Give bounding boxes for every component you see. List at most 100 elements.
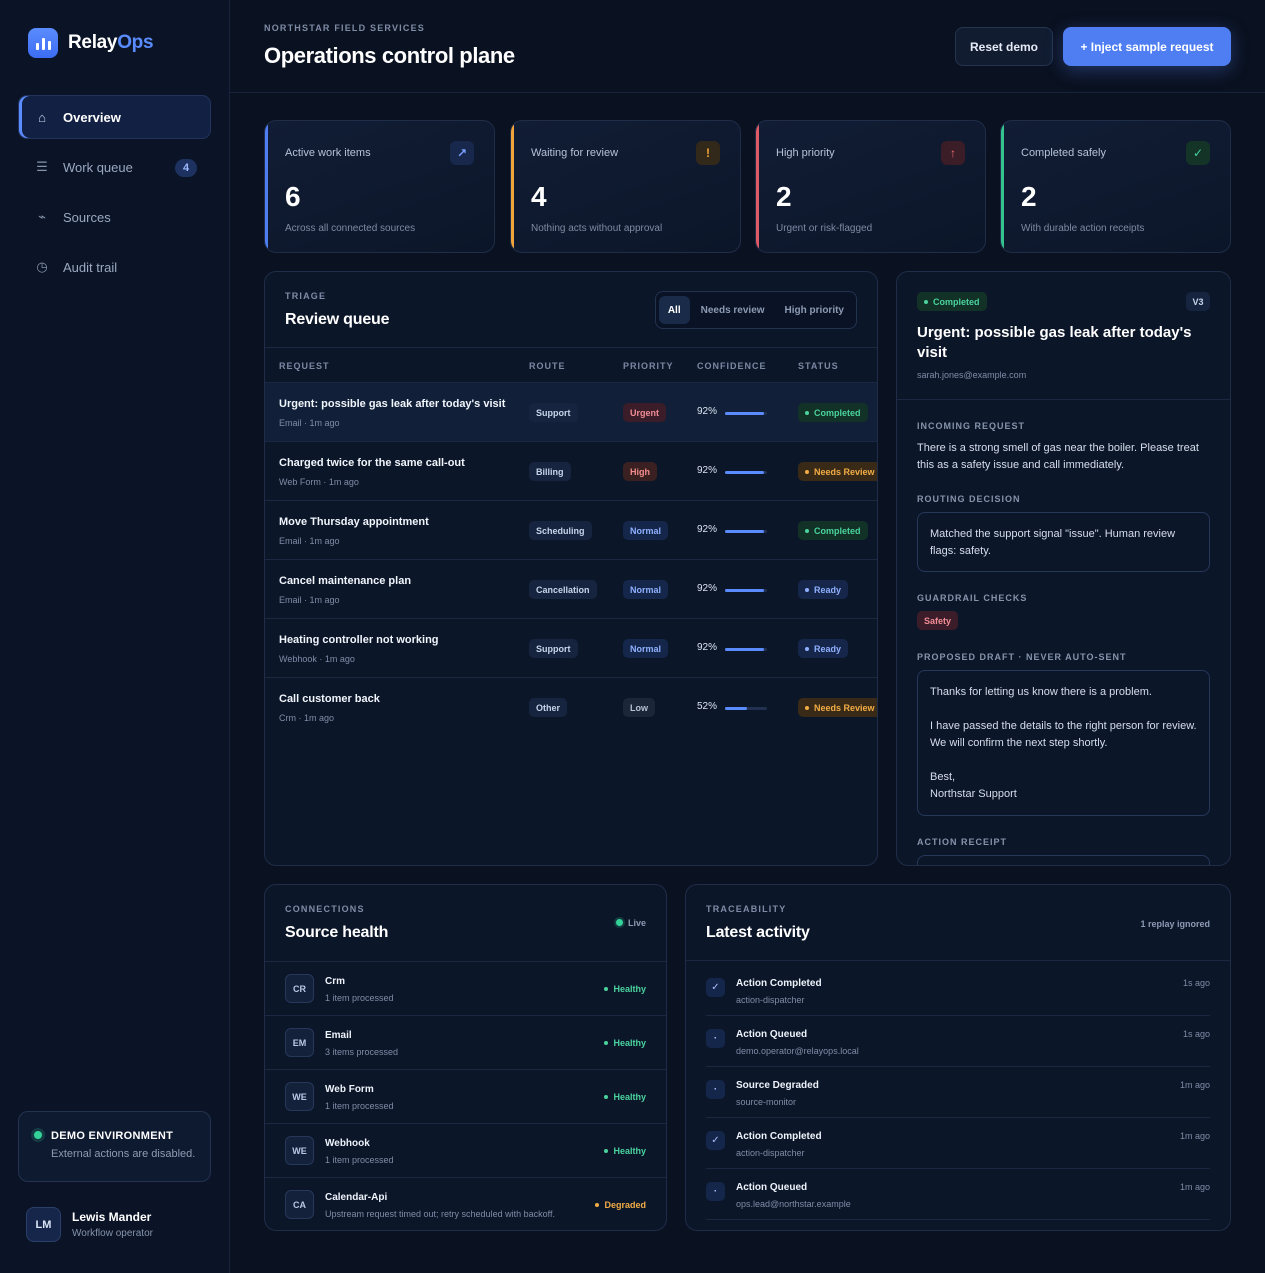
request-title: Move Thursday appointment (279, 516, 429, 528)
stat-subtitle: Urgent or risk-flagged (776, 223, 873, 234)
request-title: Charged twice for the same call-out (279, 457, 465, 469)
column-header[interactable]: REQUEST (279, 361, 330, 371)
source-name: Webhook (325, 1138, 370, 1149)
confidence-bar (725, 412, 764, 415)
source-row[interactable]: WE Web Form 1 item processed Healthy (265, 1069, 666, 1123)
activity-title: Action Queued (736, 1029, 808, 1040)
requester-email[interactable]: sarah.jones@example.com (917, 370, 1026, 380)
table-header: REQUEST ROUTE PRIORITY CONFIDENCE STATUS (265, 348, 877, 382)
confidence-value: 92% (697, 642, 718, 653)
brand-name: RelayOps (68, 32, 154, 53)
proposed-draft-box[interactable]: Thanks for letting us know there is a pr… (917, 670, 1210, 816)
exclamation-icon: ! (696, 141, 720, 165)
stat-subtitle: Nothing acts without approval (531, 223, 663, 234)
status-chip: Ready (798, 580, 849, 599)
request-meta: Webhook · 1m ago (279, 654, 355, 664)
home-icon: ⌂ (38, 109, 46, 125)
table-row[interactable]: Cancel maintenance plan Email · 1m ago Can… (265, 559, 877, 618)
check-icon: ✓ (1186, 141, 1210, 165)
request-detail-panel: Completed V3 Urgent: possible gas leak a… (896, 271, 1231, 866)
table-row[interactable]: Charged twice for the same call-out Web F… (265, 441, 877, 500)
confidence-bar (725, 471, 764, 474)
stat-value: 4 (531, 181, 547, 212)
incoming-request-text: There is a strong smell of gas near the … (917, 442, 1199, 471)
stat-card-waiting: Waiting for review ! 4 Nothing acts with… (510, 120, 741, 253)
section-label: GUARDRAIL CHECKS (917, 593, 1028, 603)
column-header[interactable]: ROUTE (529, 361, 566, 371)
priority-chip: Normal (623, 521, 669, 540)
count-badge: 4 (175, 159, 197, 177)
source-icon: WE (285, 1082, 314, 1111)
confidence-bar (725, 707, 747, 710)
table-row[interactable]: Call customer back Crm · 1m ago Other Low 52… (265, 677, 877, 736)
confidence-value: 52% (697, 701, 718, 712)
user-name: Lewis Mander (72, 1210, 152, 1224)
activity-actor: source-monitor (736, 1097, 797, 1107)
panel-title: Source health (285, 924, 389, 941)
priority-chip: Normal (623, 639, 669, 658)
activity-title: Action Completed (736, 978, 822, 989)
source-row[interactable]: CA Calendar-Api Upstream request timed out… (265, 1177, 666, 1230)
dot-icon: · (706, 1080, 725, 1099)
column-header[interactable]: STATUS (798, 361, 839, 371)
stat-value: 2 (1021, 181, 1037, 212)
activity-time: 1m ago (1179, 1080, 1210, 1090)
table-row[interactable]: Heating controller not working Webhook · … (265, 618, 877, 677)
source-status: Healthy (604, 1146, 646, 1156)
confidence-bar (725, 648, 764, 651)
clock-icon: ◷ (36, 259, 48, 274)
activity-title: Action Queued (736, 1182, 808, 1193)
source-detail: 1 item processed (325, 993, 394, 1003)
activity-item[interactable]: ✓ Action Completed action-dispatcher 1s ago (706, 965, 1210, 1016)
review-queue-panel: TRIAGE Review queue All Needs review Hig… (264, 271, 878, 866)
logo[interactable]: RelayOps (28, 28, 154, 58)
route-chip: Other (529, 698, 568, 717)
filter-high-priority[interactable]: High priority (776, 296, 853, 324)
dot-icon: · (706, 1029, 725, 1048)
arrow-up-right-icon: ↗ (450, 141, 474, 165)
reset-demo-button[interactable]: Reset demo (955, 27, 1053, 66)
priority-chip: Urgent (623, 403, 666, 422)
avatar: LM (26, 1207, 61, 1242)
sidebar-item-sources[interactable]: ⌁ Sources (18, 195, 211, 239)
source-icon: CA (285, 1190, 314, 1219)
source-row[interactable]: CR Crm 1 item processed Healthy (265, 961, 666, 1015)
activity-time: 1s ago (1182, 978, 1210, 988)
inject-sample-request-button[interactable]: + Inject sample request (1063, 27, 1231, 66)
activity-item[interactable]: ✓ Action Completed action-dispatcher 1m ago (706, 1118, 1210, 1169)
table-row[interactable]: Move Thursday appointment Email · 1m ago S… (265, 500, 877, 559)
activity-item[interactable]: · Action Queued ops.lead@northstar.example… (706, 1169, 1210, 1220)
column-header[interactable]: CONFIDENCE (697, 361, 767, 371)
activity-time: 1m ago (1179, 1131, 1210, 1141)
table-row[interactable]: Urgent: possible gas leak after today's … (265, 382, 877, 441)
sidebar-item-label: Sources (63, 209, 111, 225)
check-icon: ✓ (706, 978, 725, 997)
column-header[interactable]: PRIORITY (623, 361, 674, 371)
sidebar-item-audit-trail[interactable]: ◷ Audit trail (18, 245, 211, 289)
activity-actor: demo.operator@relayops.local (736, 1046, 859, 1056)
demo-title: DEMO ENVIRONMENT (51, 1130, 174, 1142)
source-row[interactable]: WE Webhook 1 item processed Healthy (265, 1123, 666, 1177)
status-chip: Needs Review (798, 698, 877, 717)
source-detail: 3 items processed (325, 1047, 399, 1057)
user-profile[interactable]: LM Lewis Mander Workflow operator (26, 1207, 153, 1242)
source-name: Calendar-Api (325, 1192, 388, 1203)
action-receipt-box (917, 855, 1210, 865)
sidebar-item-overview[interactable]: ⌂ Overview (18, 95, 211, 139)
request-meta: Email · 1m ago (279, 536, 340, 546)
filter-all[interactable]: All (658, 296, 690, 324)
guardrail-chip: Safety (917, 611, 959, 630)
filter-needs-review[interactable]: Needs review (692, 296, 774, 324)
activity-time: 1s ago (1182, 1029, 1210, 1039)
confidence-value: 92% (697, 406, 718, 417)
sidebar-item-work-queue[interactable]: ☰ Work queue 4 (18, 145, 211, 189)
source-row[interactable]: EM Email 3 items processed Healthy (265, 1015, 666, 1069)
sidebar: RelayOps ⌂ Overview ☰ Work queue 4 ⌁ Sou… (0, 0, 230, 1273)
status-chip: Completed (798, 403, 868, 422)
activity-item[interactable]: · Source Degraded source-monitor 1m ago (706, 1067, 1210, 1118)
status-chip: Needs Review (798, 462, 877, 481)
source-health-panel: CONNECTIONS Source health Live CR Crm 1 it… (264, 884, 667, 1231)
section-label: INCOMING REQUEST (917, 421, 1026, 431)
demo-environment-notice: DEMO ENVIRONMENT External actions are di… (18, 1111, 211, 1182)
activity-item[interactable]: · Action Queued demo.operator@relayops.loc… (706, 1016, 1210, 1067)
